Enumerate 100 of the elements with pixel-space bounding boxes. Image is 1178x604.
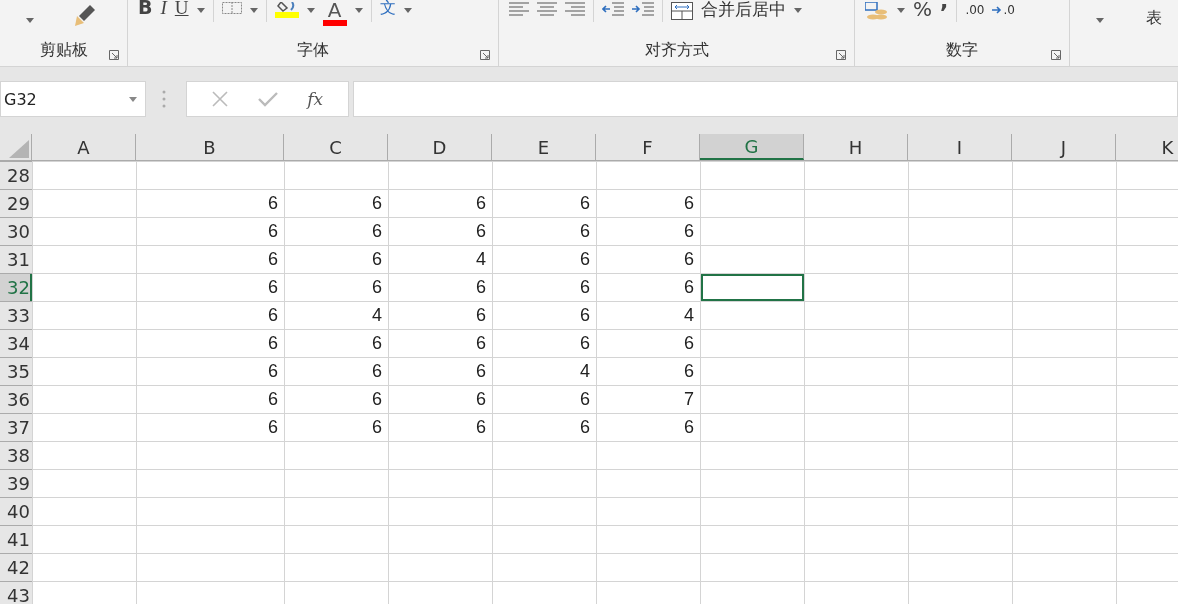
table-cell[interactable]: 6 [492, 329, 596, 357]
row-header[interactable]: 32 [0, 273, 32, 301]
row-header[interactable]: 31 [0, 245, 32, 273]
table-cell[interactable]: 4 [388, 245, 492, 273]
table-cell[interactable]: 7 [596, 385, 700, 413]
row-header[interactable]: 29 [0, 189, 32, 217]
table-cell[interactable] [804, 301, 908, 329]
table-cell[interactable] [32, 189, 136, 217]
table-cell[interactable] [804, 553, 908, 581]
table-cell[interactable] [492, 497, 596, 525]
table-cell[interactable] [804, 581, 908, 604]
table-cell[interactable] [388, 525, 492, 553]
table-cell[interactable] [388, 441, 492, 469]
column-header[interactable]: C [284, 134, 388, 160]
table-cell[interactable] [804, 525, 908, 553]
table-cell[interactable] [284, 469, 388, 497]
table-cell[interactable] [908, 357, 1012, 385]
table-cell[interactable] [908, 497, 1012, 525]
table-cell[interactable]: 6 [136, 329, 284, 357]
caret-icon[interactable] [26, 18, 34, 23]
table-cell[interactable] [284, 581, 388, 604]
brush-icon[interactable] [72, 2, 98, 28]
column-header[interactable]: J [1012, 134, 1116, 160]
table-cell[interactable] [596, 441, 700, 469]
table-cell[interactable] [284, 161, 388, 189]
table-cell[interactable] [1012, 217, 1116, 245]
table-cell[interactable]: 6 [136, 245, 284, 273]
table-cell[interactable] [32, 357, 136, 385]
table-cell[interactable]: 6 [388, 413, 492, 441]
table-cell[interactable] [32, 385, 136, 413]
table-cell[interactable]: 6 [492, 217, 596, 245]
table-cell[interactable] [804, 469, 908, 497]
table-cell[interactable] [1012, 497, 1116, 525]
table-cell[interactable] [32, 553, 136, 581]
caret-icon[interactable] [403, 8, 412, 13]
table-cell[interactable] [700, 469, 804, 497]
format-button[interactable]: U [174, 0, 189, 17]
table-cell[interactable] [1012, 245, 1116, 273]
row-header[interactable]: 40 [0, 497, 32, 525]
table-cell[interactable] [804, 161, 908, 189]
table-cell[interactable] [700, 301, 804, 329]
align-icon[interactable] [565, 2, 585, 16]
table-cell[interactable] [908, 161, 1012, 189]
table-cell[interactable]: 6 [596, 413, 700, 441]
table-cell[interactable] [136, 441, 284, 469]
table-cell[interactable]: 6 [492, 273, 596, 301]
table-cell[interactable]: 6 [596, 273, 700, 301]
dialog-launcher-icon[interactable] [836, 50, 846, 60]
table-cell[interactable]: 4 [492, 357, 596, 385]
table-cell[interactable]: 6 [284, 217, 388, 245]
table-cell[interactable]: 6 [136, 189, 284, 217]
table-cell[interactable] [492, 581, 596, 604]
table-cell[interactable] [492, 161, 596, 189]
decrease-indent-icon[interactable] [602, 2, 624, 16]
table-cell[interactable] [1012, 525, 1116, 553]
column-header[interactable]: D [388, 134, 492, 160]
table-cell[interactable]: 6 [284, 245, 388, 273]
row-header[interactable]: 36 [0, 385, 32, 413]
caret-icon[interactable] [1096, 18, 1104, 23]
table-cell[interactable] [32, 245, 136, 273]
table-cell[interactable] [1012, 553, 1116, 581]
table-cell[interactable] [388, 469, 492, 497]
table-cell[interactable] [32, 161, 136, 189]
table-cell[interactable] [804, 217, 908, 245]
table-cell[interactable] [908, 469, 1012, 497]
table-cell[interactable]: 6 [596, 329, 700, 357]
table-cell[interactable] [908, 385, 1012, 413]
caret-icon[interactable] [196, 8, 205, 13]
merge-center-button[interactable]: 合并后居中 [701, 1, 786, 18]
align-icon[interactable] [537, 2, 557, 16]
table-cell[interactable] [32, 469, 136, 497]
column-header[interactable]: E [492, 134, 596, 160]
table-cell[interactable] [284, 525, 388, 553]
table-cell[interactable]: 6 [492, 413, 596, 441]
table-cell[interactable] [908, 217, 1012, 245]
table-cell[interactable] [700, 357, 804, 385]
table-cell[interactable] [32, 497, 136, 525]
table-cell[interactable] [1012, 357, 1116, 385]
table-cell[interactable] [700, 553, 804, 581]
column-header[interactable]: H [804, 134, 908, 160]
column-header[interactable]: A [32, 134, 136, 160]
table-cell[interactable] [804, 357, 908, 385]
row-header[interactable]: 39 [0, 469, 32, 497]
table-cell[interactable] [1012, 301, 1116, 329]
currency-icon[interactable] [865, 2, 889, 22]
table-cell[interactable]: 6 [388, 301, 492, 329]
column-header[interactable]: G [700, 134, 804, 160]
table-cell[interactable] [32, 413, 136, 441]
table-cell[interactable] [700, 217, 804, 245]
row-header[interactable]: 33 [0, 301, 32, 329]
table-cell[interactable]: 6 [284, 385, 388, 413]
table-cell[interactable] [700, 385, 804, 413]
table-cell[interactable]: 6 [492, 245, 596, 273]
table-cell[interactable] [908, 189, 1012, 217]
row-header[interactable]: 28 [0, 161, 32, 189]
row-header[interactable]: 41 [0, 525, 32, 553]
table-cell[interactable] [284, 553, 388, 581]
dialog-launcher-icon[interactable] [109, 50, 119, 60]
table-cell[interactable]: 6 [388, 217, 492, 245]
table-cell[interactable] [136, 497, 284, 525]
